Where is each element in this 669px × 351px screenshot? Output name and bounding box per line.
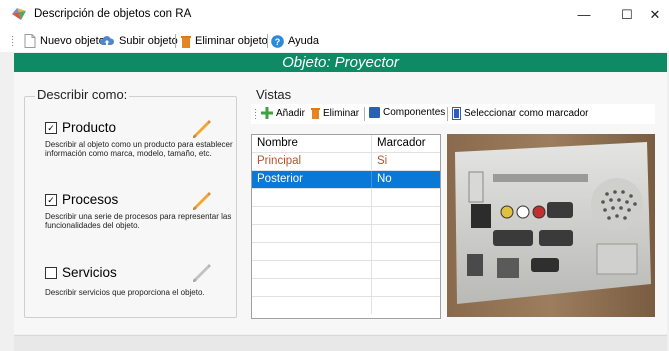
toolbar-separator xyxy=(364,107,365,121)
upload-object-label: Subir objeto xyxy=(119,35,178,47)
plus-icon xyxy=(261,107,273,119)
delete-view-button[interactable]: Eliminar xyxy=(311,107,359,119)
services-checkbox[interactable] xyxy=(45,266,57,279)
view-image-preview xyxy=(447,134,655,317)
empty-row xyxy=(252,243,440,261)
views-title: Vistas xyxy=(256,87,292,102)
main-toolbar: Nuevo objeto Subir objeto Eliminar objet… xyxy=(0,28,669,52)
maximize-button[interactable]: ☐ xyxy=(612,6,642,24)
row-name-cell[interactable]: Posterior xyxy=(252,171,372,188)
upload-object-button[interactable]: Subir objeto xyxy=(99,33,178,49)
cloud-upload-icon xyxy=(100,36,115,45)
empty-row xyxy=(252,261,440,279)
toolbar-grip xyxy=(254,108,257,120)
window-title: Descripción de objetos con RA xyxy=(34,8,192,20)
table-row-selected[interactable]: Posterior No xyxy=(252,171,440,189)
empty-row xyxy=(252,225,440,243)
add-view-button[interactable]: Añadir xyxy=(261,107,305,119)
delete-object-button[interactable]: Eliminar objeto xyxy=(181,33,268,49)
processes-label: Procesos xyxy=(62,192,119,207)
toolbar-separator xyxy=(447,107,448,121)
minimize-button[interactable]: — xyxy=(569,6,599,24)
status-strip xyxy=(14,335,667,351)
product-option[interactable]: ✓ Producto xyxy=(45,120,116,135)
set-marker-label: Seleccionar como marcador xyxy=(464,108,589,119)
app-icon xyxy=(12,8,26,20)
column-header-marker[interactable]: Marcador xyxy=(372,135,440,152)
marker-icon xyxy=(452,107,461,120)
row-marker-cell[interactable]: Si xyxy=(372,153,440,170)
add-view-label: Añadir xyxy=(276,107,305,119)
trash-icon xyxy=(311,108,320,119)
empty-row xyxy=(252,279,440,297)
services-description: Describir servicios que proporciona el o… xyxy=(45,288,205,297)
toolbar-separator xyxy=(267,34,268,48)
product-checkbox[interactable]: ✓ xyxy=(45,121,57,134)
empty-row xyxy=(252,189,440,207)
processes-description: Describir una serie de procesos para rep… xyxy=(45,212,232,230)
object-header: Objeto: Proyector xyxy=(14,53,667,72)
help-icon: ? xyxy=(271,34,284,48)
delete-object-label: Eliminar objeto xyxy=(195,35,268,47)
toolbar-separator xyxy=(175,34,176,48)
describe-title: Describir como: xyxy=(35,87,130,102)
edit-processes-pencil-icon[interactable] xyxy=(191,190,213,212)
empty-row xyxy=(252,207,440,225)
trash-icon xyxy=(181,35,191,48)
views-toolbar: Añadir Eliminar Componentes Seleccionar … xyxy=(251,104,655,124)
column-header-name[interactable]: Nombre xyxy=(252,135,372,152)
empty-row xyxy=(252,297,440,314)
toolbar-grip xyxy=(11,35,14,47)
views-table: Nombre Marcador Principal Si Posterior N… xyxy=(251,134,441,319)
object-title: Objeto: Proyector xyxy=(282,54,399,71)
components-label: Componentes xyxy=(383,107,446,118)
row-name-cell[interactable]: Principal xyxy=(252,153,372,170)
edit-services-pencil-icon xyxy=(193,264,211,282)
processes-checkbox[interactable]: ✓ xyxy=(45,193,57,206)
title-bar: Descripción de objetos con RA — ☐ ✕ xyxy=(0,0,669,28)
set-marker-button[interactable]: Seleccionar como marcador xyxy=(452,107,589,120)
components-icon xyxy=(369,107,380,118)
new-object-label: Nuevo objeto xyxy=(40,35,105,47)
edit-product-pencil-icon[interactable] xyxy=(191,118,213,140)
help-label: Ayuda xyxy=(288,35,319,47)
product-label: Producto xyxy=(62,120,117,135)
components-button[interactable]: Componentes xyxy=(369,107,445,118)
services-label: Servicios xyxy=(62,265,117,280)
close-button[interactable]: ✕ xyxy=(640,6,669,24)
table-header-row: Nombre Marcador xyxy=(252,135,440,153)
services-option[interactable]: Servicios xyxy=(45,265,117,280)
help-button[interactable]: ? Ayuda xyxy=(271,33,319,49)
table-row[interactable]: Principal Si xyxy=(252,153,440,171)
processes-option[interactable]: ✓ Procesos xyxy=(45,192,118,207)
row-marker-cell[interactable]: No xyxy=(372,171,440,188)
svg-text:?: ? xyxy=(275,37,281,47)
product-description: Describir al objeto como un producto par… xyxy=(45,140,233,158)
delete-view-label: Eliminar xyxy=(323,107,360,119)
new-document-icon xyxy=(24,34,36,48)
new-object-button[interactable]: Nuevo objeto xyxy=(24,33,105,49)
